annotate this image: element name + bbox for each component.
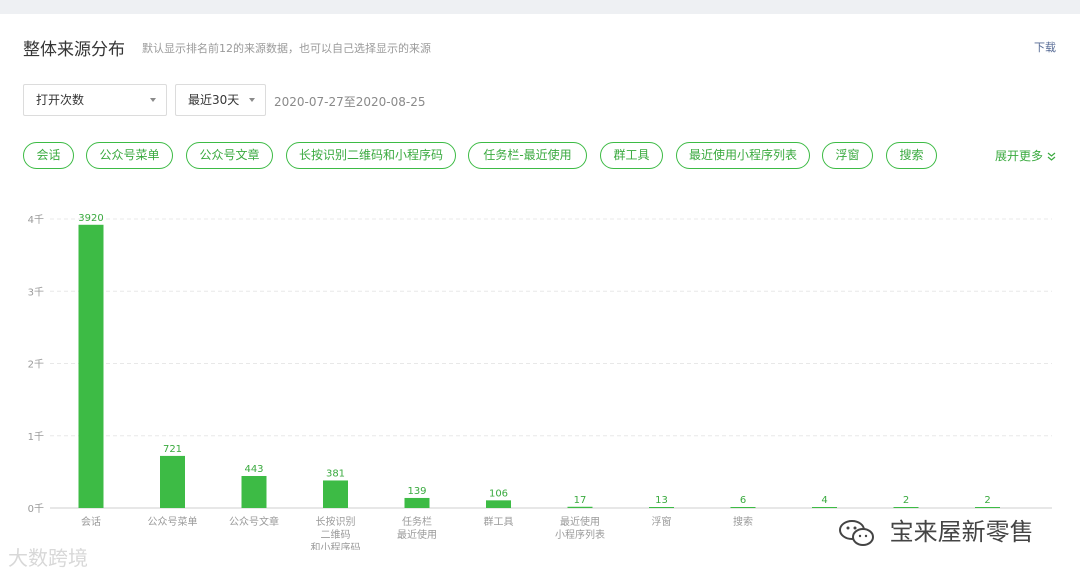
chevron-down-icon bbox=[249, 98, 255, 102]
double-chevron-down-icon bbox=[1047, 152, 1056, 161]
y-tick-label: 4千 bbox=[28, 214, 44, 226]
bar bbox=[78, 224, 104, 508]
x-category-label: 小程序列表 bbox=[555, 528, 605, 541]
source-chip[interactable]: 群工具 bbox=[600, 142, 663, 169]
metric-select-value: 打开次数 bbox=[36, 93, 85, 107]
x-category-label: 最近使用 bbox=[397, 528, 437, 541]
date-range-text: 2020-07-27至2020-08-25 bbox=[274, 95, 426, 109]
x-category-label: 和小程序码 bbox=[311, 541, 361, 550]
bar-value-label: 3920 bbox=[78, 213, 103, 224]
bar-value-label: 721 bbox=[163, 444, 182, 455]
source-bar-chart: 0千 1千 2千 3千 4千 3920 会话 721 公众号菜单 443 公众号文章 381 长按识别二… bbox=[28, 213, 1052, 550]
bar bbox=[812, 507, 837, 508]
x-category-label: 公众号文章 bbox=[229, 515, 279, 528]
source-chip[interactable]: 任务栏-最近使用 bbox=[468, 142, 587, 169]
download-link[interactable]: 下载 bbox=[1034, 39, 1056, 55]
page-subtitle: 默认显示排名前12的来源数据，也可以自己选择显示的来源 bbox=[142, 42, 431, 55]
y-tick-label: 3千 bbox=[28, 286, 44, 298]
bar bbox=[567, 506, 593, 508]
x-category-label: 搜索 bbox=[733, 515, 753, 528]
x-category-label: 任务栏 bbox=[402, 515, 432, 528]
page-title: 整体来源分布 bbox=[23, 40, 125, 60]
bar-value-label: 106 bbox=[489, 488, 508, 499]
source-chip[interactable]: 公众号菜单 bbox=[86, 142, 173, 169]
y-tick-label: 2千 bbox=[28, 359, 44, 371]
bar-value-label: 381 bbox=[326, 468, 345, 479]
watermark-left: 大数跨境 bbox=[8, 542, 88, 571]
x-category-label: 长按识别 bbox=[316, 515, 356, 528]
bar-value-label: 443 bbox=[244, 464, 263, 475]
x-category-label: 会话 bbox=[81, 515, 101, 528]
top-bar bbox=[0, 0, 1080, 14]
bar-value-label: 139 bbox=[407, 486, 426, 497]
range-select-value: 最近30天 bbox=[188, 93, 240, 107]
x-category-label: 公众号菜单 bbox=[148, 516, 198, 528]
x-category-label: 浮窗 bbox=[652, 515, 672, 528]
expand-more-label: 展开更多 bbox=[995, 149, 1044, 163]
y-tick-label: 1千 bbox=[28, 431, 44, 443]
bar-value-label: 6 bbox=[740, 495, 746, 506]
watermark-right-text: 宝来屋新零售 bbox=[889, 518, 1034, 546]
x-category-label: 二维码 bbox=[321, 528, 351, 541]
y-tick-label: 0千 bbox=[28, 503, 44, 515]
watermark-left-text: 大数跨境 bbox=[8, 546, 88, 570]
bar bbox=[323, 480, 348, 508]
bar bbox=[486, 500, 511, 508]
bar bbox=[975, 507, 1000, 508]
bar-value-label: 2 bbox=[984, 495, 990, 506]
x-category-label: 群工具 bbox=[484, 515, 514, 528]
metric-select[interactable]: 打开次数 bbox=[23, 84, 167, 116]
bar-value-label: 17 bbox=[574, 495, 587, 506]
bar bbox=[241, 475, 267, 508]
source-chip[interactable]: 搜索 bbox=[886, 142, 937, 169]
source-chip[interactable]: 长按识别二维码和小程序码 bbox=[286, 142, 456, 169]
bar bbox=[649, 507, 674, 508]
range-select[interactable]: 最近30天 bbox=[175, 84, 266, 116]
bar bbox=[893, 507, 919, 508]
source-chip[interactable]: 最近使用小程序列表 bbox=[676, 142, 810, 169]
watermark-right: 宝来屋新零售 bbox=[838, 512, 1034, 548]
chevron-down-icon bbox=[150, 98, 156, 102]
expand-more-link[interactable]: 展开更多 bbox=[995, 147, 1056, 164]
bar-value-label: 13 bbox=[655, 495, 668, 506]
bar bbox=[160, 455, 185, 508]
bar bbox=[404, 497, 430, 508]
source-chip[interactable]: 会话 bbox=[23, 142, 74, 169]
bar bbox=[730, 507, 756, 508]
source-chip[interactable]: 公众号文章 bbox=[186, 142, 273, 169]
wechat-icon bbox=[838, 518, 876, 548]
x-category-label: 最近使用 bbox=[560, 515, 600, 528]
bar-value-label: 2 bbox=[903, 495, 909, 506]
bar-value-label: 4 bbox=[821, 495, 827, 506]
source-chip[interactable]: 浮窗 bbox=[822, 142, 873, 169]
